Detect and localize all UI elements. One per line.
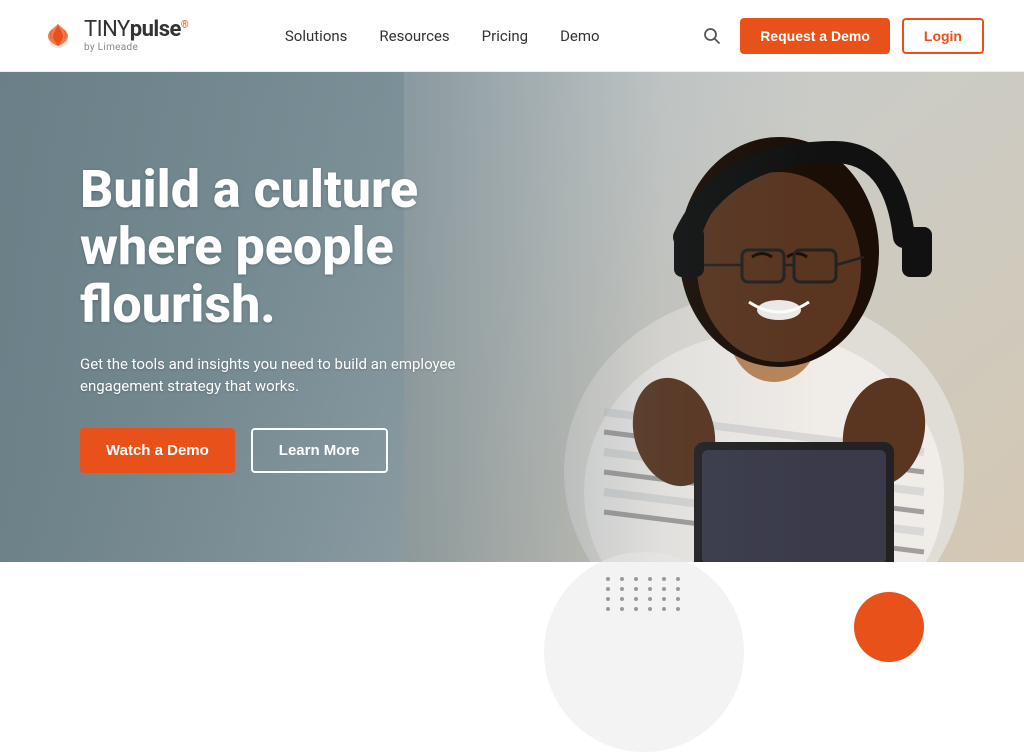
login-button[interactable]: Login [902,18,984,54]
logo-brand: TINYpulse® [84,18,188,42]
nav-pricing[interactable]: Pricing [482,27,528,45]
below-hero-section [0,562,1024,658]
decorative-circle-orange [854,592,924,662]
tinypulse-logo-icon [40,18,76,54]
nav-resources[interactable]: Resources [379,27,449,45]
search-icon[interactable] [696,20,728,52]
learn-more-button[interactable]: Learn More [251,428,388,473]
logo[interactable]: TINYpulse® by Limeade [40,18,188,54]
decorative-dots [606,577,684,611]
nav-demo[interactable]: Demo [560,27,600,45]
header-actions: Request a Demo Login [696,18,984,54]
logo-sub: by Limeade [84,42,188,53]
logo-text: TINYpulse® by Limeade [84,18,188,53]
watch-demo-button[interactable]: Watch a Demo [80,428,235,473]
hero-section: Build a culture where people flourish. G… [0,72,1024,562]
request-demo-button[interactable]: Request a Demo [740,18,890,54]
main-nav: Solutions Resources Pricing Demo [285,27,600,45]
hero-headline: Build a culture where people flourish. [80,161,520,333]
hero-cta-buttons: Watch a Demo Learn More [80,428,520,473]
hero-content: Build a culture where people flourish. G… [0,72,580,562]
header: TINYpulse® by Limeade Solutions Resource… [0,0,1024,72]
nav-solutions[interactable]: Solutions [285,27,348,45]
hero-subtext: Get the tools and insights you need to b… [80,353,500,398]
